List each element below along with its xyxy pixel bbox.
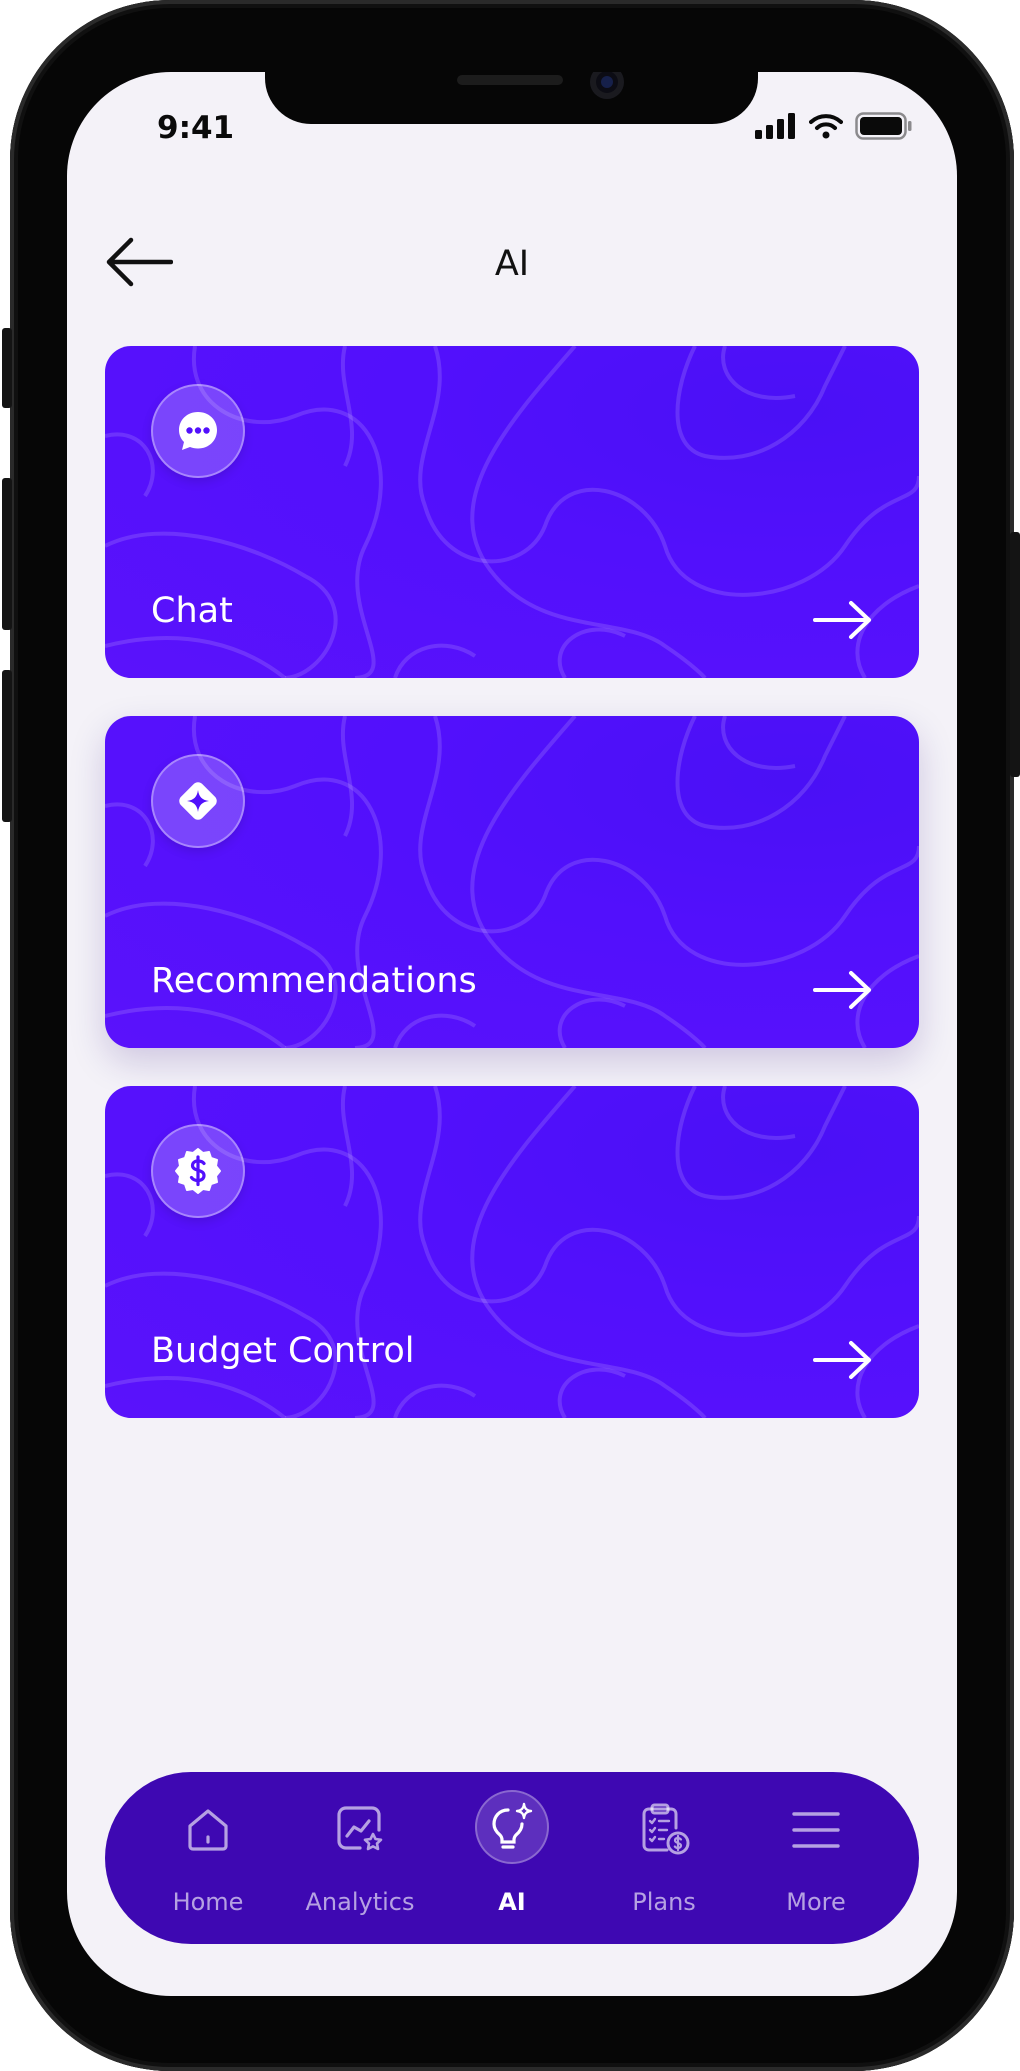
tab-label: Analytics — [305, 1888, 415, 1916]
chat-icon-badge — [151, 384, 245, 478]
budget-icon-badge — [151, 1124, 245, 1218]
power-button — [1010, 532, 1020, 777]
front-camera — [590, 72, 624, 99]
tab-label: More — [786, 1888, 846, 1916]
cellular-signal-icon — [755, 113, 795, 139]
card-label: Chat — [151, 591, 233, 631]
tab-ai[interactable]: AI — [437, 1772, 587, 1944]
bottom-tab-bar: Home Analytics AI Plans More — [105, 1772, 919, 1944]
sparkle-diamond-icon — [179, 782, 217, 820]
volume-up-button — [2, 478, 12, 630]
battery-icon — [855, 112, 912, 140]
card-label: Recommendations — [151, 961, 477, 1001]
recommendations-card[interactable]: Recommendations — [105, 716, 919, 1048]
speaker-grille — [457, 75, 563, 85]
tab-home[interactable]: Home — [133, 1772, 283, 1944]
notch — [265, 72, 758, 124]
home-icon — [176, 1798, 240, 1862]
tab-analytics[interactable]: Analytics — [285, 1772, 435, 1944]
phone-screen: 9:41 AI Chat Recommendations Budget Cont… — [67, 72, 957, 1996]
tab-plans[interactable]: Plans — [589, 1772, 739, 1944]
chat-card[interactable]: Chat — [105, 346, 919, 678]
tab-label: Plans — [632, 1888, 696, 1916]
chat-bubble-icon — [179, 412, 217, 450]
dollar-badge-icon — [175, 1148, 221, 1194]
silent-switch — [2, 328, 12, 408]
header: AI — [67, 222, 957, 302]
volume-down-button — [2, 670, 12, 822]
tab-label: AI — [498, 1888, 526, 1916]
card-label: Budget Control — [151, 1331, 415, 1371]
plans-clipboard-icon — [632, 1798, 696, 1862]
status-icons — [755, 112, 913, 140]
arrow-right-icon — [813, 971, 871, 1009]
tab-more[interactable]: More — [741, 1772, 891, 1944]
menu-icon — [784, 1798, 848, 1862]
wifi-icon — [809, 114, 843, 139]
tab-label: Home — [172, 1888, 244, 1916]
budget-control-card[interactable]: Budget Control — [105, 1086, 919, 1418]
analytics-chart-icon — [328, 1798, 392, 1862]
status-time: 9:41 — [157, 110, 235, 146]
arrow-right-icon — [813, 1341, 871, 1379]
arrow-right-icon — [813, 601, 871, 639]
lightbulb-sparkle-icon — [475, 1790, 549, 1864]
recommendations-icon-badge — [151, 754, 245, 848]
page-title: AI — [494, 244, 530, 284]
